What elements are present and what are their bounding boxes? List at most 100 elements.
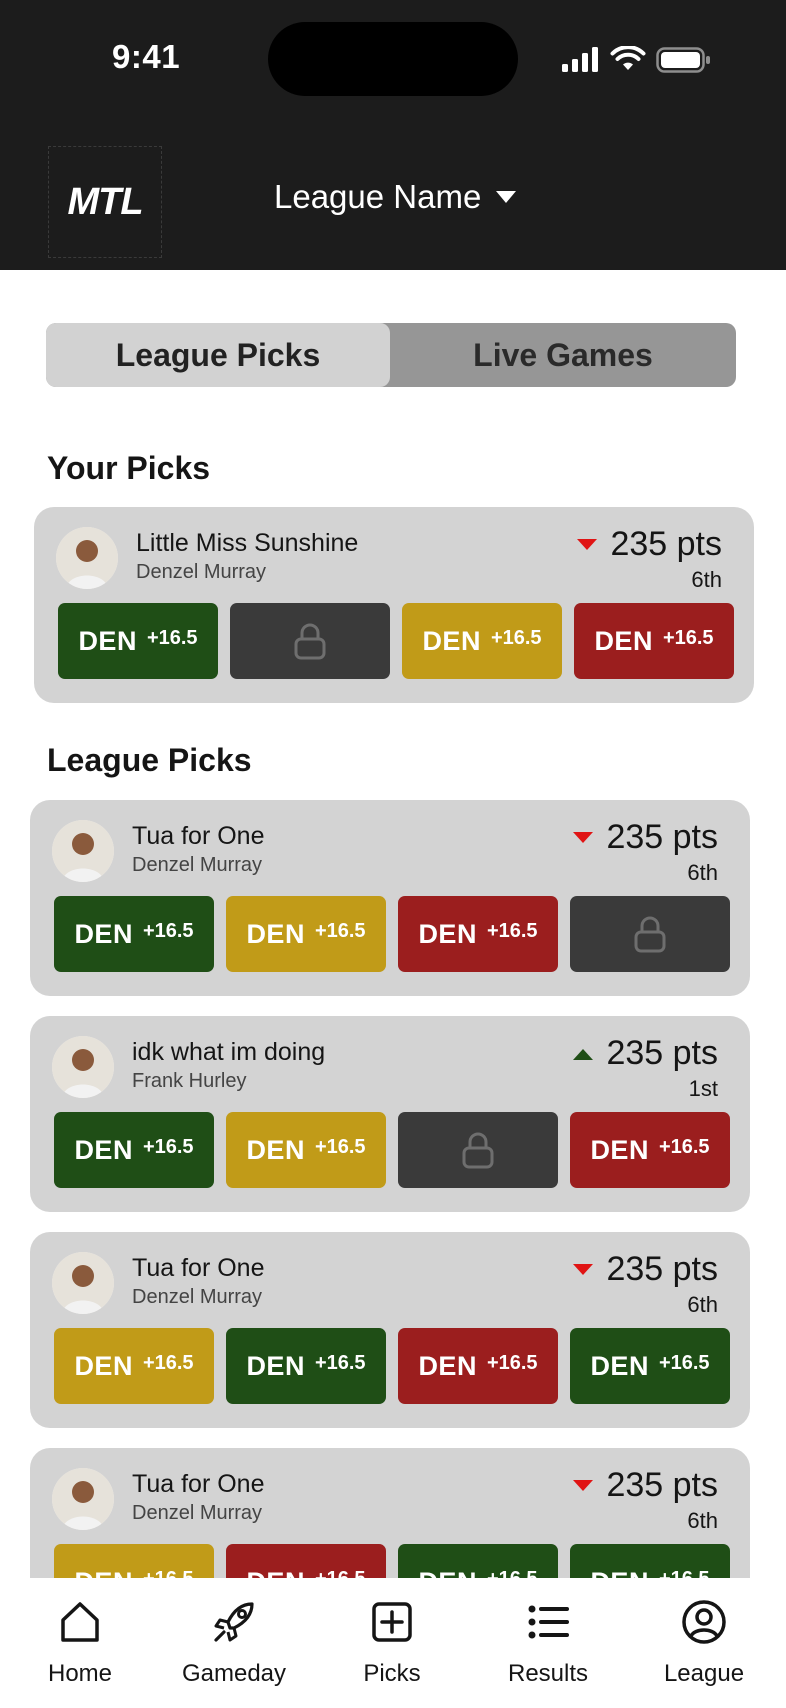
pick-button[interactable]: DEN +16.5	[226, 1544, 386, 1578]
lock-icon	[462, 1132, 494, 1169]
rank: 6th	[687, 1292, 718, 1317]
pick-button[interactable]: DEN +16.5	[570, 1328, 730, 1404]
team-name: Tua for One	[132, 822, 265, 850]
tab-league[interactable]: League	[654, 1598, 754, 1688]
pick-button[interactable]: DEN +16.5	[226, 1328, 386, 1404]
pick-team-code: DEN	[246, 1134, 305, 1165]
league-pick-card[interactable]: idk what im doing Frank Hurley 235 pts 1st D…	[30, 1016, 750, 1212]
rank: 1st	[688, 1076, 718, 1101]
pick-button[interactable]: DEN +16.5	[54, 896, 214, 972]
pick-team-code: DEN	[590, 1567, 649, 1579]
pick-spread: +16.5	[143, 1568, 194, 1579]
pick-button[interactable]: DEN +16.5	[54, 1112, 214, 1188]
trend-down-icon	[573, 1263, 594, 1275]
league-selector[interactable]: League Name	[274, 178, 517, 216]
pick-team-code: DEN	[418, 1567, 477, 1579]
lock-icon	[294, 623, 326, 660]
pick-button[interactable]: DEN +16.5	[398, 1544, 558, 1578]
pick-spread: +16.5	[142, 1351, 194, 1374]
chevron-down-icon	[496, 191, 517, 203]
owner-name: Frank Hurley	[132, 1070, 247, 1092]
pick-team-code: DEN	[246, 918, 305, 949]
picks-row: DEN +16.5 DEN +16.5 DEN +16.5	[58, 603, 734, 679]
league-pick-card[interactable]: Tua for One Denzel Murray 235 pts 6th DEN +16…	[30, 1448, 750, 1578]
pick-button[interactable]: DEN +16.5	[398, 896, 558, 972]
pick-team-code: DEN	[246, 1350, 305, 1381]
pick-team-code: DEN	[422, 625, 481, 656]
tab-label: Picks	[363, 1660, 421, 1687]
pick-button[interactable]: DEN +16.5	[54, 1544, 214, 1578]
plus-square-icon	[372, 1602, 412, 1642]
avatar-image	[52, 1036, 114, 1098]
pick-spread: +16.5	[486, 919, 538, 942]
logo-text: MTL	[67, 180, 143, 223]
pick-button[interactable]: DEN +16.5	[570, 1544, 730, 1578]
picks-row: DEN +16.5 DEN +16.5 DEN +16.5 DEN +16.5	[54, 1328, 730, 1404]
user-circle-icon	[682, 1600, 726, 1644]
pick-spread: +16.5	[142, 1135, 194, 1158]
pick-button[interactable]: DEN +16.5	[570, 1112, 730, 1188]
pick-team-code: DEN	[74, 1350, 133, 1381]
pick-spread: +16.5	[314, 1351, 366, 1374]
pick-team-code: DEN	[590, 1134, 649, 1165]
pick-team-code: DEN	[418, 1350, 477, 1381]
owner-name: Denzel Murray	[136, 561, 267, 583]
owner-name: Denzel Murray	[132, 854, 263, 876]
pick-button[interactable]: DEN +16.5	[226, 1112, 386, 1188]
pick-spread: +16.5	[658, 1351, 710, 1374]
pick-spread: +16.5	[490, 626, 542, 649]
points-total: 235 pts	[606, 1250, 718, 1288]
app-logo[interactable]: MTL	[48, 146, 162, 258]
avatar	[56, 527, 118, 589]
rocket-icon	[214, 1602, 254, 1642]
avatar	[52, 820, 114, 882]
team-name: Little Miss Sunshine	[136, 529, 359, 557]
tab-league-picks[interactable]: League Picks	[46, 323, 390, 387]
tab-label: Results	[507, 1660, 589, 1687]
points-row: 235 pts	[576, 525, 722, 564]
pick-button[interactable]: DEN +16.5	[402, 603, 562, 679]
pick-spread: +16.5	[142, 919, 194, 942]
avatar-image	[56, 527, 118, 589]
rank: 6th	[687, 860, 718, 885]
pick-spread: +16.5	[315, 1568, 366, 1579]
pick-button[interactable]: DEN +16.5	[398, 1328, 558, 1404]
pick-team-code: DEN	[74, 1567, 133, 1579]
pick-spread: +16.5	[659, 1568, 710, 1579]
locked-pick[interactable]	[230, 603, 390, 679]
picks-row: DEN +16.5 DEN +16.5 DEN +16.5	[54, 1112, 730, 1188]
status-time: 9:41	[112, 38, 181, 75]
league-pick-card[interactable]: Tua for One Denzel Murray 235 pts 6th DEN +16…	[30, 1232, 750, 1428]
tab-picks[interactable]: Picks	[352, 1598, 432, 1688]
avatar-image	[52, 820, 114, 882]
points-row: 235 pts	[572, 1034, 718, 1073]
pick-team-code: DEN	[418, 918, 477, 949]
trend-down-icon	[577, 538, 598, 550]
tab-results[interactable]: Results	[500, 1598, 596, 1688]
pick-spread: +16.5	[486, 1351, 538, 1374]
pick-button[interactable]: DEN +16.5	[54, 1328, 214, 1404]
tab-home[interactable]: Home	[40, 1598, 120, 1688]
tab-label: League	[663, 1660, 745, 1687]
pick-team-code: DEN	[594, 625, 653, 656]
league-pick-card[interactable]: Tua for One Denzel Murray 235 pts 6th DEN +16…	[30, 800, 750, 996]
picks-row: DEN +16.5 DEN +16.5 DEN +16.5 DEN +16.5	[54, 1544, 730, 1578]
tab-label: Gameday	[181, 1660, 287, 1687]
team-name: idk what im doing	[132, 1038, 326, 1066]
trend-down-icon	[573, 1479, 594, 1491]
pick-button[interactable]: DEN +16.5	[226, 896, 386, 972]
locked-pick[interactable]	[398, 1112, 558, 1188]
owner-name: Denzel Murray	[132, 1502, 263, 1524]
pick-team-code: DEN	[590, 1350, 649, 1381]
points-total: 235 pts	[606, 1034, 718, 1072]
picks-scroll-area[interactable]: Your Picks Little Miss Sunshine Denzel Mu…	[0, 400, 786, 1578]
pick-button[interactable]: DEN +16.5	[574, 603, 734, 679]
pick-team-code: DEN	[246, 1567, 305, 1579]
owner-name: Denzel Murray	[132, 1286, 263, 1308]
tab-gameday[interactable]: Gameday	[178, 1598, 290, 1688]
locked-pick[interactable]	[570, 896, 730, 972]
pick-button[interactable]: DEN +16.5	[58, 603, 218, 679]
avatar	[52, 1252, 114, 1314]
your-pick-card[interactable]: Little Miss Sunshine Denzel Murray 235 pts…	[34, 507, 754, 703]
tab-live-games[interactable]: Live Games	[390, 323, 736, 387]
